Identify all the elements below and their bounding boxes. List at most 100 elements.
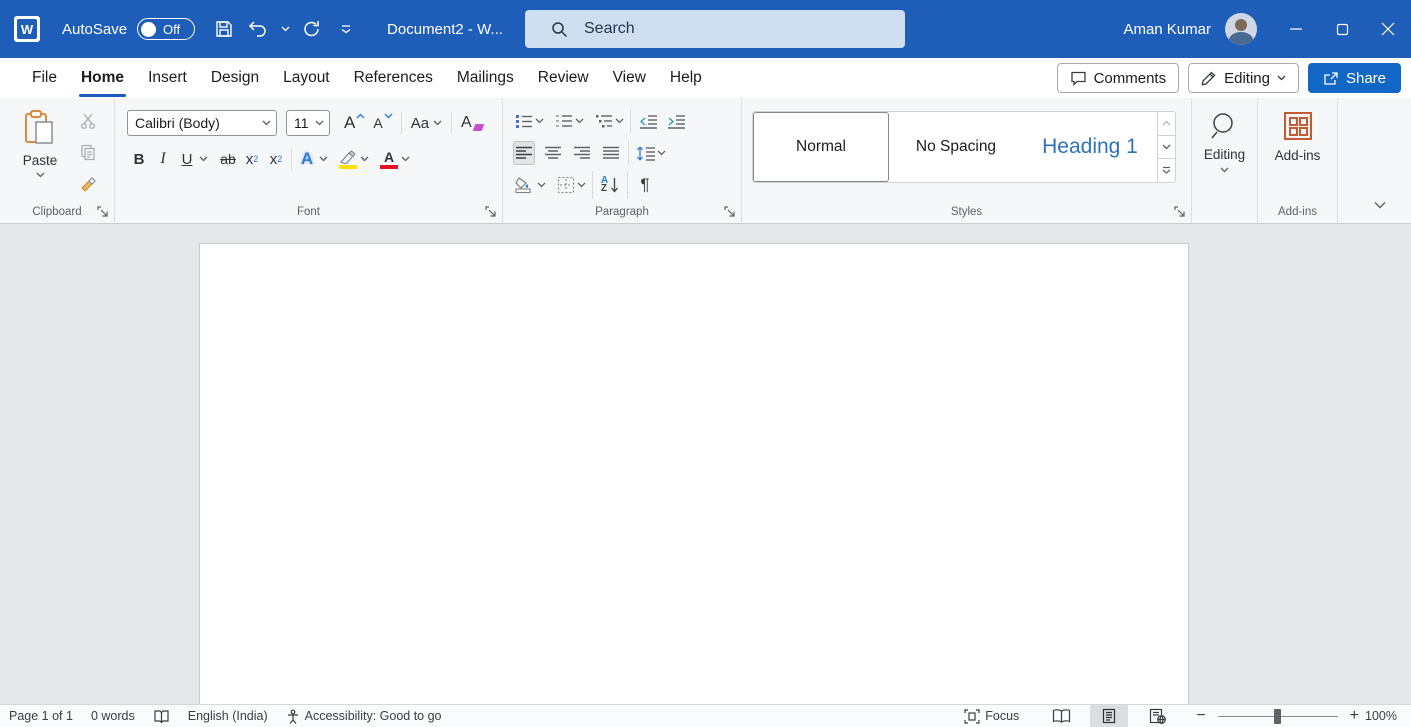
print-layout-button[interactable] [1090,705,1128,727]
superscript-button[interactable]: x2 [264,146,288,172]
text-effects-dropdown[interactable] [319,156,328,162]
align-center-button[interactable] [542,141,564,165]
decrease-indent-button[interactable] [637,109,659,133]
autosave-toggle[interactable]: Off [137,18,195,40]
style-heading-1[interactable]: Heading 1 [1023,112,1157,182]
undo-button[interactable] [243,12,273,46]
web-layout-button[interactable] [1138,705,1176,727]
close-button[interactable] [1365,0,1411,58]
line-spacing-dropdown[interactable] [657,150,666,156]
align-left-button[interactable] [513,141,535,165]
tab-insert[interactable]: Insert [136,61,199,95]
zoom-slider[interactable] [1218,705,1338,727]
bullets-dropdown[interactable] [535,118,544,124]
highlight-dropdown[interactable] [360,156,369,162]
shrink-font-button[interactable]: A [370,110,394,136]
increase-indent-button[interactable] [665,109,687,133]
save-button[interactable] [209,12,239,46]
format-painter-button[interactable] [76,172,100,194]
justify-button[interactable] [600,141,622,165]
page-count[interactable]: Page 1 of 1 [0,705,82,727]
font-size-select[interactable]: 11 [286,110,330,136]
numbering-dropdown[interactable] [575,118,584,124]
font-color-button[interactable]: A [377,146,401,172]
borders-dropdown[interactable] [577,182,586,188]
underline-button[interactable]: U [175,146,199,172]
cut-button[interactable] [76,110,100,132]
tab-mailings[interactable]: Mailings [445,61,526,95]
show-hide-marks-button[interactable]: ¶ [634,173,656,197]
language-status[interactable]: English (India) [179,705,277,727]
status-bar: Page 1 of 1 0 words English (India) Acce… [0,704,1411,727]
bold-button[interactable]: B [127,146,151,172]
tab-file[interactable]: File [20,61,69,95]
align-right-button[interactable] [571,141,593,165]
multilevel-list-button[interactable] [593,109,615,133]
styles-dialog-launcher[interactable] [1171,203,1187,219]
tab-help[interactable]: Help [658,61,714,95]
clipboard-dialog-launcher[interactable] [94,203,110,219]
style-normal[interactable]: Normal [753,112,889,182]
bullets-button[interactable] [513,109,535,133]
italic-button[interactable]: I [151,146,175,172]
search-input[interactable]: Search [525,10,905,48]
accessibility-status[interactable]: Accessibility: Good to go [277,705,451,727]
tab-home[interactable]: Home [69,61,136,95]
font-color-dropdown[interactable] [401,156,410,162]
shading-button[interactable] [513,173,537,197]
styles-scroll-up[interactable] [1158,112,1175,136]
customize-quick-access-button[interactable] [331,12,361,46]
styles-gallery-more[interactable] [1158,159,1175,182]
zoom-out-button[interactable]: − [1192,707,1209,725]
font-name-select[interactable]: Calibri (Body) [127,110,277,136]
tab-references[interactable]: References [342,61,445,95]
word-app-icon[interactable]: W [14,16,40,42]
grow-font-button[interactable]: A [341,110,367,136]
text-effects-button[interactable]: A [295,146,319,172]
change-case-button[interactable]: Aa [408,110,445,136]
maximize-button[interactable] [1319,0,1365,58]
line-spacing-button[interactable] [635,141,657,165]
comments-button[interactable]: Comments [1057,63,1180,93]
toggle-knob [141,22,156,37]
style-no-spacing[interactable]: No Spacing [889,112,1023,182]
redo-button[interactable] [297,12,327,46]
zoom-slider-handle[interactable] [1274,709,1281,724]
shading-dropdown[interactable] [537,182,546,188]
document-title[interactable]: Document2 - W... [387,21,503,38]
addins-button[interactable]: Add-ins [1275,110,1321,163]
numbering-button[interactable] [553,109,575,133]
paragraph-dialog-launcher[interactable] [721,203,737,219]
tab-design[interactable]: Design [199,61,271,95]
user-avatar[interactable] [1225,13,1257,45]
sort-button[interactable]: A Z [599,173,621,197]
minimize-button[interactable] [1273,0,1319,58]
multilevel-list-dropdown[interactable] [615,118,624,124]
zoom-level[interactable]: 100% [1363,709,1411,723]
share-button[interactable]: Share [1308,63,1401,93]
tab-review[interactable]: Review [526,61,601,95]
clear-formatting-button[interactable]: A [458,110,486,136]
editing-group[interactable]: Editing [1192,98,1258,223]
editing-mode-button[interactable]: Editing [1188,63,1299,93]
user-name[interactable]: Aman Kumar [1123,21,1211,38]
styles-scroll-down[interactable] [1158,136,1175,160]
word-count[interactable]: 0 words [82,705,144,727]
tab-layout[interactable]: Layout [271,61,342,95]
read-mode-button[interactable] [1042,705,1080,727]
tab-view[interactable]: View [601,61,658,95]
undo-dropdown[interactable] [277,12,293,46]
copy-button[interactable] [76,141,100,163]
subscript-button[interactable]: x2 [240,146,264,172]
underline-dropdown[interactable] [199,156,208,162]
collapse-ribbon-button[interactable] [1367,195,1393,215]
highlight-button[interactable] [336,146,360,172]
document-page[interactable] [199,243,1189,704]
focus-mode-button[interactable]: Focus [955,705,1028,727]
proofing-status[interactable] [144,705,179,727]
zoom-in-button[interactable]: + [1346,707,1363,725]
dialog-launcher-icon [485,206,496,217]
borders-button[interactable] [555,173,577,197]
font-dialog-launcher[interactable] [482,203,498,219]
strikethrough-button[interactable]: ab [216,146,240,172]
